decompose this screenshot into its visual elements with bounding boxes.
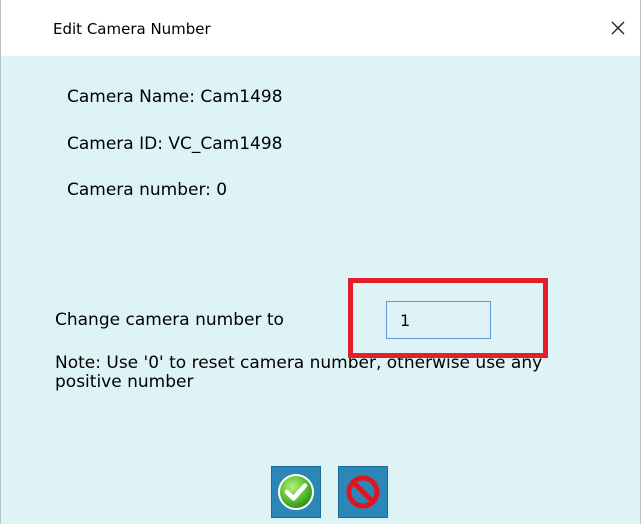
camera-name-label: Camera Name: Cam1498 — [67, 87, 283, 107]
camera-id-label: Camera ID: VC_Cam1498 — [67, 134, 283, 154]
green-checkmark-icon — [278, 474, 314, 510]
ok-button[interactable] — [271, 466, 321, 518]
close-button[interactable] — [596, 10, 640, 46]
dialog-title: Edit Camera Number — [53, 20, 211, 38]
camera-number-label: Camera number: 0 — [67, 180, 228, 200]
edit-camera-number-dialog: Edit Camera Number Camera Name: Cam1498 … — [0, 0, 641, 524]
title-bar: Edit Camera Number — [1, 0, 640, 56]
close-icon — [611, 21, 625, 35]
note-text: Note: Use '0' to reset camera number, ot… — [55, 353, 543, 392]
red-prohibited-icon — [346, 475, 380, 509]
cancel-button[interactable] — [338, 466, 388, 518]
camera-number-input[interactable] — [386, 301, 491, 339]
change-camera-number-label: Change camera number to — [55, 310, 284, 330]
